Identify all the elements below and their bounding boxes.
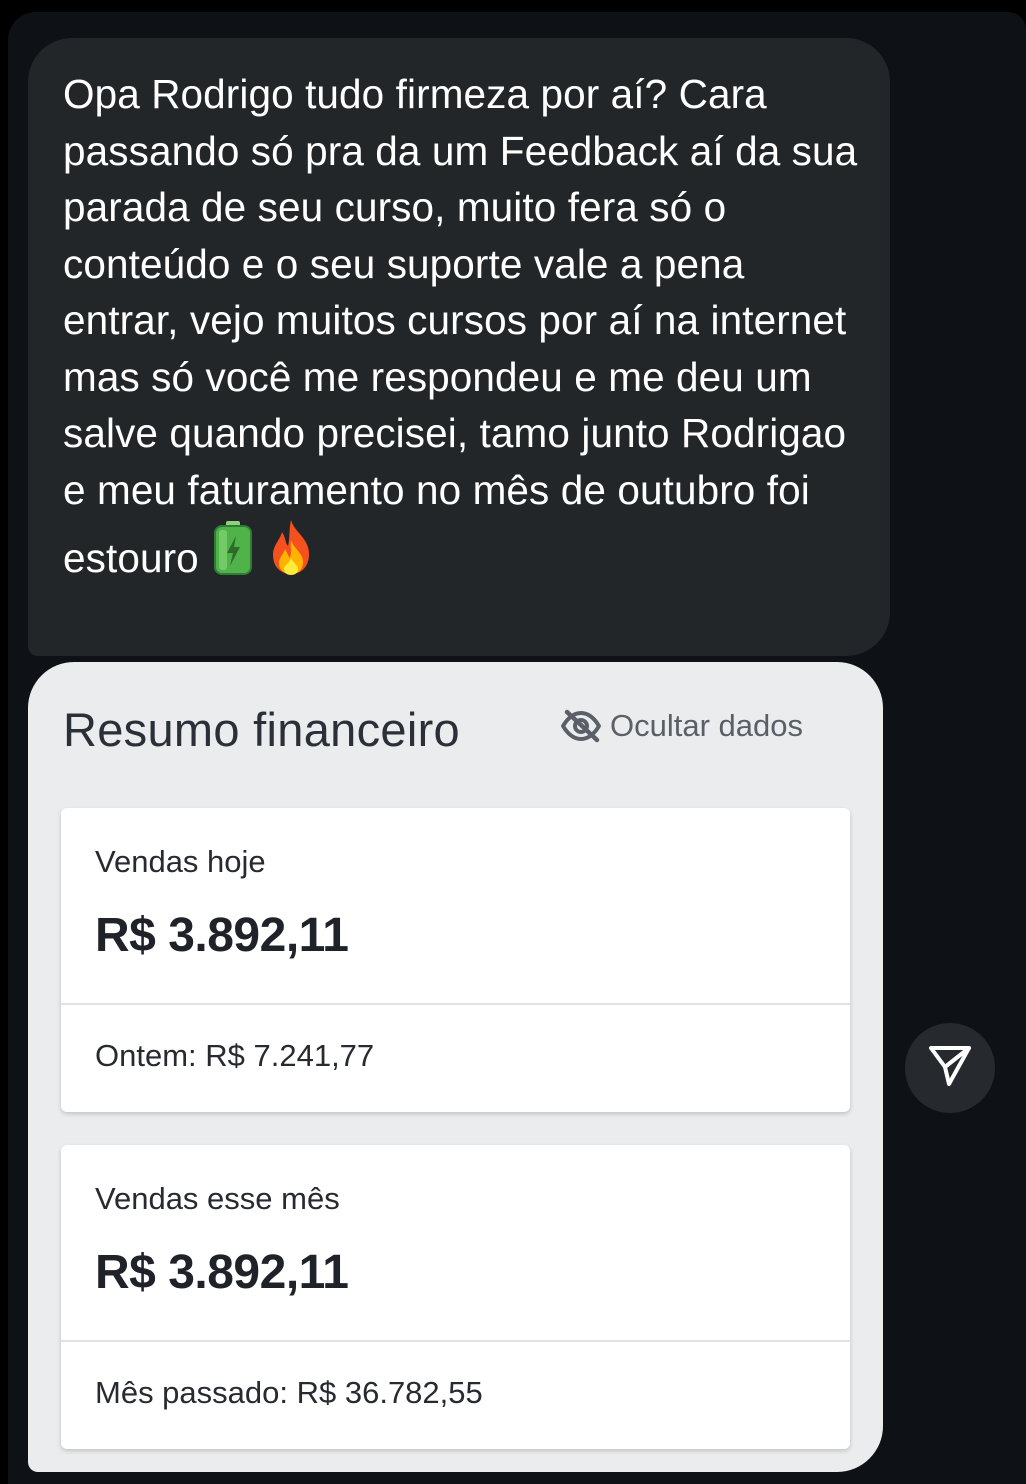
today-sales-card: Vendas hoje R$ 3.892,11 Ontem: R$ 7.241,…: [61, 808, 850, 1112]
send-icon: [927, 1044, 973, 1093]
message-bubble[interactable]: Opa Rodrigo tudo firmeza por aí? Cara pa…: [28, 38, 890, 656]
month-sales-value: R$ 3.892,11: [95, 1246, 349, 1299]
financial-summary-bubble: Resumo financeiro Ocultar dados Vendas h…: [28, 662, 883, 1472]
month-sales-main: Vendas esse mês R$ 3.892,11: [61, 1145, 850, 1342]
hide-data-button[interactable]: Ocultar dados: [560, 708, 803, 744]
battery-icon: [213, 520, 253, 591]
message-body: Opa Rodrigo tudo firmeza por aí? Cara pa…: [63, 71, 869, 581]
message-text: Opa Rodrigo tudo firmeza por aí? Cara pa…: [63, 66, 860, 591]
fire-icon: [267, 518, 315, 591]
hide-data-label: Ocultar dados: [610, 708, 803, 743]
today-sales-main: Vendas hoje R$ 3.892,11: [61, 808, 850, 1005]
summary-title: Resumo financeiro: [63, 703, 460, 756]
month-sales-label: Vendas esse mês: [95, 1181, 340, 1216]
yesterday-sales: Ontem: R$ 7.241,77: [95, 1038, 375, 1073]
last-month-sales: Mês passado: R$ 36.782,55: [95, 1375, 483, 1410]
today-sales-label: Vendas hoje: [95, 844, 266, 879]
eye-off-icon: [560, 709, 602, 743]
send-button[interactable]: [905, 1023, 995, 1113]
today-sales-value: R$ 3.892,11: [95, 909, 349, 962]
month-sales-card: Vendas esse mês R$ 3.892,11 Mês passado:…: [61, 1145, 850, 1449]
chat-area: Opa Rodrigo tudo firmeza por aí? Cara pa…: [8, 12, 1026, 1484]
